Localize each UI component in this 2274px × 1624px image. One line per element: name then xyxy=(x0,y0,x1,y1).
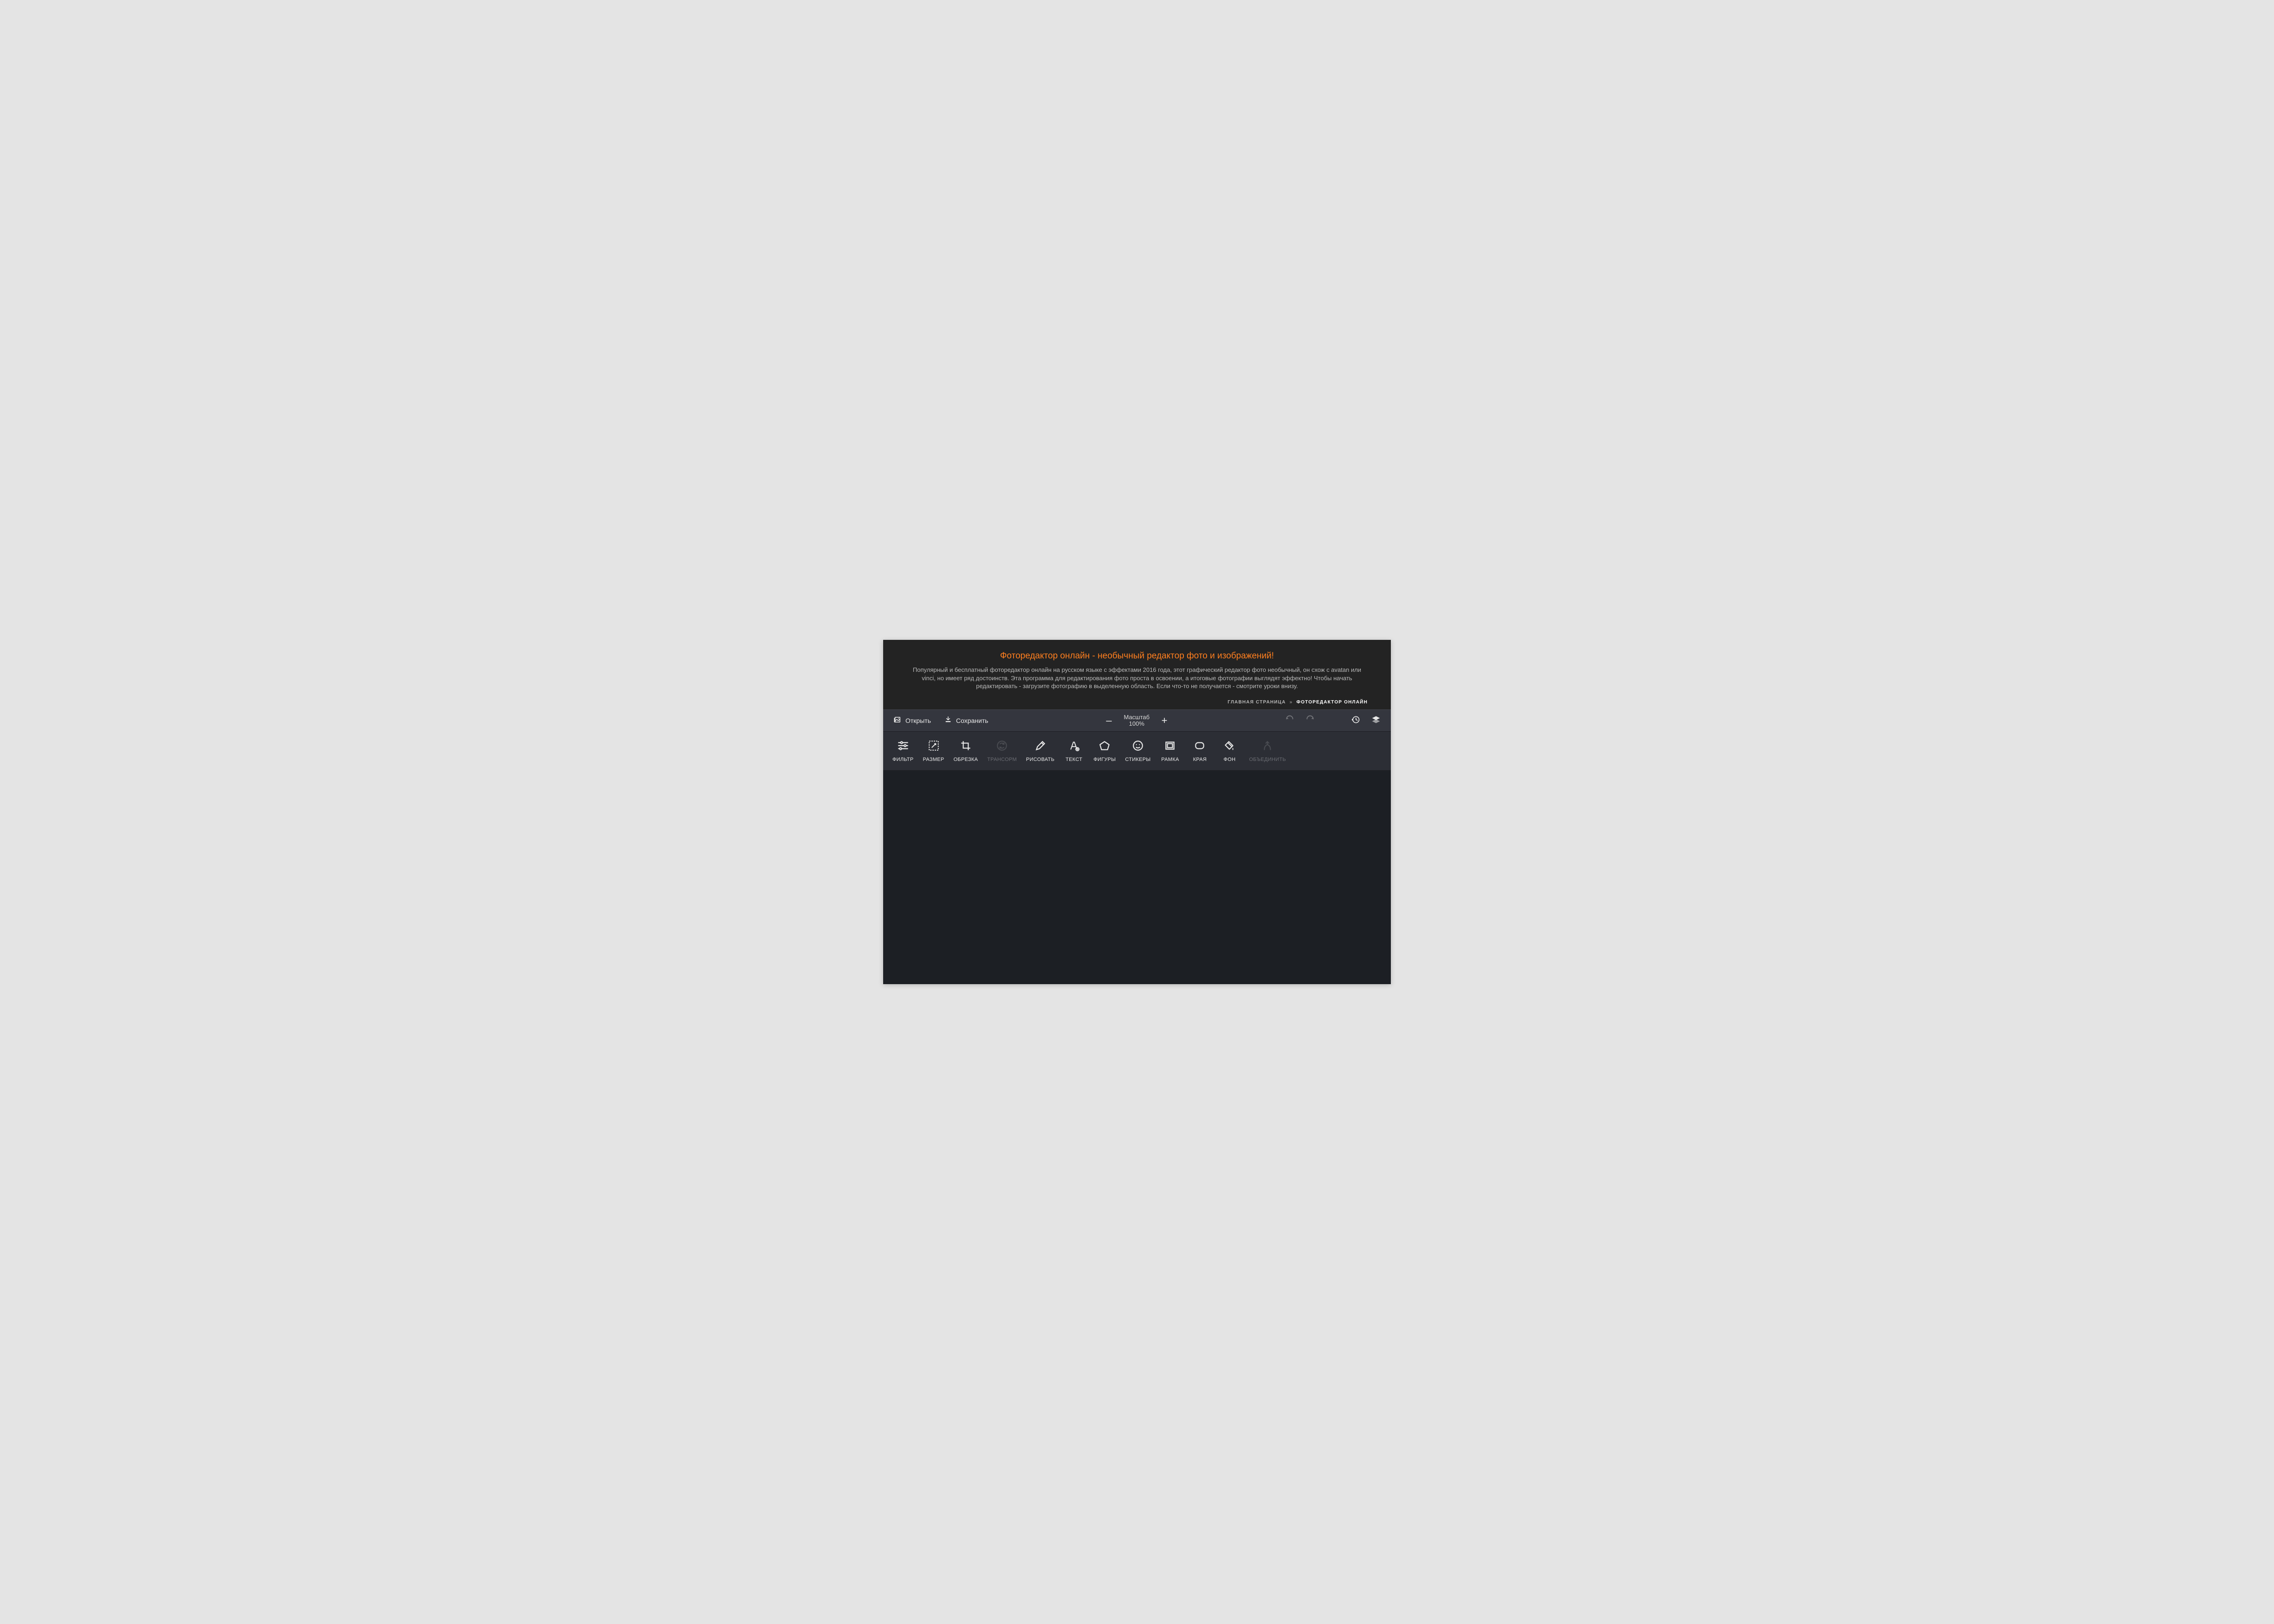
frame-icon xyxy=(1164,740,1176,753)
layers-icon xyxy=(1371,715,1381,726)
app-window: Фоторедактор онлайн - необычный редактор… xyxy=(883,640,1391,984)
page-description: Популярный и бесплатный фоторедактор онл… xyxy=(906,666,1368,690)
tool-corners[interactable]: КРАЯ xyxy=(1185,740,1215,762)
open-button[interactable]: Открыть xyxy=(893,715,931,725)
paint-bucket-icon xyxy=(1223,740,1235,753)
canvas-area[interactable] xyxy=(883,771,1391,984)
redo-icon xyxy=(1305,715,1315,726)
tool-merge: ОБЪЕДИНИТЬ xyxy=(1244,740,1291,762)
tool-label: ТЕКСТ xyxy=(1066,757,1082,762)
breadcrumb-separator: » xyxy=(1290,700,1293,705)
crop-icon xyxy=(960,740,972,753)
zoom-title: Масштаб xyxy=(1124,714,1150,721)
text-icon xyxy=(1068,740,1080,753)
download-icon xyxy=(944,715,952,725)
zoom-value: 100% xyxy=(1124,721,1150,727)
undo-button[interactable] xyxy=(1285,715,1294,726)
zoom-in-button[interactable]: + xyxy=(1160,715,1169,726)
merge-icon xyxy=(1261,740,1273,753)
tool-transform: ТРАНСОРМ xyxy=(982,740,1021,762)
page-title: Фоторедактор онлайн - необычный редактор… xyxy=(906,651,1368,661)
save-button[interactable]: Сохранить xyxy=(944,715,988,725)
tool-stickers[interactable]: СТИКЕРЫ xyxy=(1120,740,1155,762)
tool-label: СТИКЕРЫ xyxy=(1125,757,1150,762)
tool-frame[interactable]: РАМКА xyxy=(1155,740,1185,762)
history-button[interactable] xyxy=(1351,715,1360,726)
tool-resize[interactable]: РАЗМЕР xyxy=(918,740,949,762)
tool-label: ФИГУРЫ xyxy=(1093,757,1116,762)
resize-icon xyxy=(928,740,940,753)
zoom-display: Масштаб 100% xyxy=(1124,714,1150,728)
save-label: Сохранить xyxy=(956,717,988,724)
image-icon xyxy=(893,715,902,725)
refresh-icon xyxy=(996,740,1008,753)
topbar: Открыть Сохранить – Масштаб 100% + xyxy=(883,709,1391,732)
tool-filter[interactable]: ФИЛЬТР xyxy=(888,740,918,762)
intro-section: Фоторедактор онлайн - необычный редактор… xyxy=(883,640,1391,693)
redo-button[interactable] xyxy=(1305,715,1315,726)
tool-label: ТРАНСОРМ xyxy=(987,757,1017,762)
sliders-icon xyxy=(897,740,909,753)
breadcrumb-current: ФОТОРЕДАКТОР ОНЛАЙН xyxy=(1296,700,1368,705)
layers-button[interactable] xyxy=(1371,715,1381,726)
tool-label: РИСОВАТЬ xyxy=(1026,757,1054,762)
history-icon xyxy=(1351,715,1360,726)
open-label: Открыть xyxy=(905,717,931,724)
tool-label: ФОН xyxy=(1224,757,1236,762)
breadcrumb: ГЛАВНАЯ СТРАНИЦА » ФОТОРЕДАКТОР ОНЛАЙН xyxy=(883,693,1391,709)
pencil-icon xyxy=(1034,740,1047,753)
tool-label: РАМКА xyxy=(1161,757,1179,762)
tool-label: ОБРЕЗКА xyxy=(954,757,978,762)
smile-icon xyxy=(1132,740,1144,753)
tool-text[interactable]: ТЕКСТ xyxy=(1059,740,1089,762)
tool-background[interactable]: ФОН xyxy=(1215,740,1244,762)
tool-label: ОБЪЕДИНИТЬ xyxy=(1249,757,1286,762)
breadcrumb-home[interactable]: ГЛАВНАЯ СТРАНИЦА xyxy=(1227,700,1286,705)
zoom-out-button[interactable]: – xyxy=(1104,715,1113,726)
pentagon-icon xyxy=(1098,740,1111,753)
undo-icon xyxy=(1285,715,1294,726)
toolsbar: ФИЛЬТР РАЗМЕР ОБРЕЗКА xyxy=(883,732,1391,771)
tool-label: КРАЯ xyxy=(1193,757,1207,762)
tool-label: РАЗМЕР xyxy=(923,757,944,762)
tool-draw[interactable]: РИСОВАТЬ xyxy=(1021,740,1059,762)
tool-crop[interactable]: ОБРЕЗКА xyxy=(949,740,983,762)
tool-shapes[interactable]: ФИГУРЫ xyxy=(1089,740,1120,762)
tool-label: ФИЛЬТР xyxy=(892,757,913,762)
rounded-rect-icon xyxy=(1194,740,1206,753)
